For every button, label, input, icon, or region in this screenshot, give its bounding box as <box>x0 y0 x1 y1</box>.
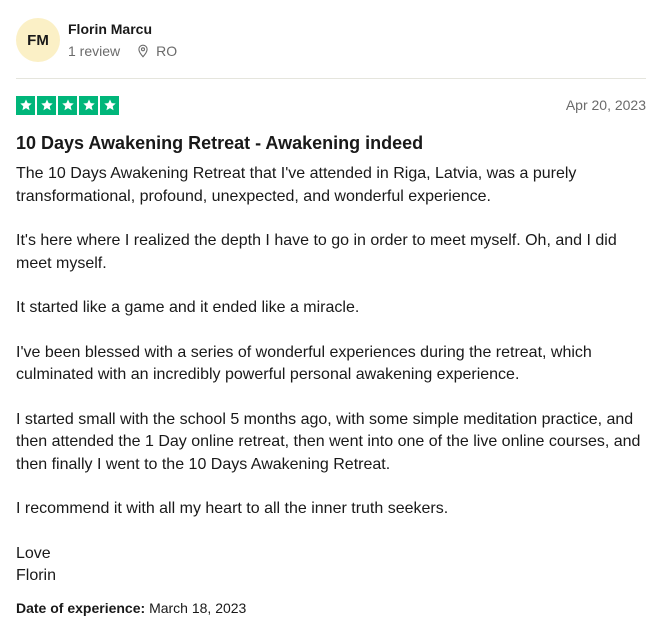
review-signoff: Love Florin <box>16 543 646 588</box>
review-paragraph: The 10 Days Awakening Retreat that I've … <box>16 165 577 205</box>
star-rating <box>16 95 119 115</box>
review-paragraph: It's here where I realized the depth I h… <box>16 232 617 272</box>
consumer-info: Florin Marcu 1 review RO <box>68 21 177 59</box>
review-title[interactable]: 10 Days Awakening Retreat - Awakening in… <box>16 131 646 155</box>
rating-row: Apr 20, 2023 <box>16 79 646 131</box>
avatar-initials: FM <box>27 31 49 49</box>
map-pin-icon <box>136 44 150 58</box>
date-of-experience: Date of experience: March 18, 2023 <box>16 598 646 618</box>
review-card: FM Florin Marcu 1 review RO Apr 20, 2023… <box>0 0 662 622</box>
country-code: RO <box>156 43 178 59</box>
review-body: The 10 Days Awakening Retreat that I've … <box>16 163 646 588</box>
signoff-name: Florin <box>16 567 57 584</box>
experience-label: Date of experience: <box>16 599 146 616</box>
consumer-meta: 1 review RO <box>68 43 177 59</box>
review-count: 1 review <box>68 43 121 59</box>
review-paragraph: I've been blessed with a series of wonde… <box>16 343 592 384</box>
review-paragraph: It started like a game and it ended like… <box>16 299 360 316</box>
review-date: Apr 20, 2023 <box>565 97 646 113</box>
signoff-line: Love <box>16 544 51 562</box>
consumer-name[interactable]: Florin Marcu <box>68 21 177 37</box>
review-paragraph: I recommend it with all my heart to all … <box>16 500 449 517</box>
star-icon <box>100 95 119 115</box>
star-icon <box>58 95 77 115</box>
experience-date: March 18, 2023 <box>149 599 247 616</box>
star-icon <box>16 95 35 115</box>
review-paragraph: I started small with the school 5 months… <box>16 410 641 473</box>
consumer-profile-link[interactable]: FM Florin Marcu 1 review RO <box>16 0 646 78</box>
star-icon <box>37 95 56 115</box>
star-icon <box>79 95 98 115</box>
consumer-location: RO <box>136 43 177 59</box>
avatar: FM <box>16 18 60 62</box>
